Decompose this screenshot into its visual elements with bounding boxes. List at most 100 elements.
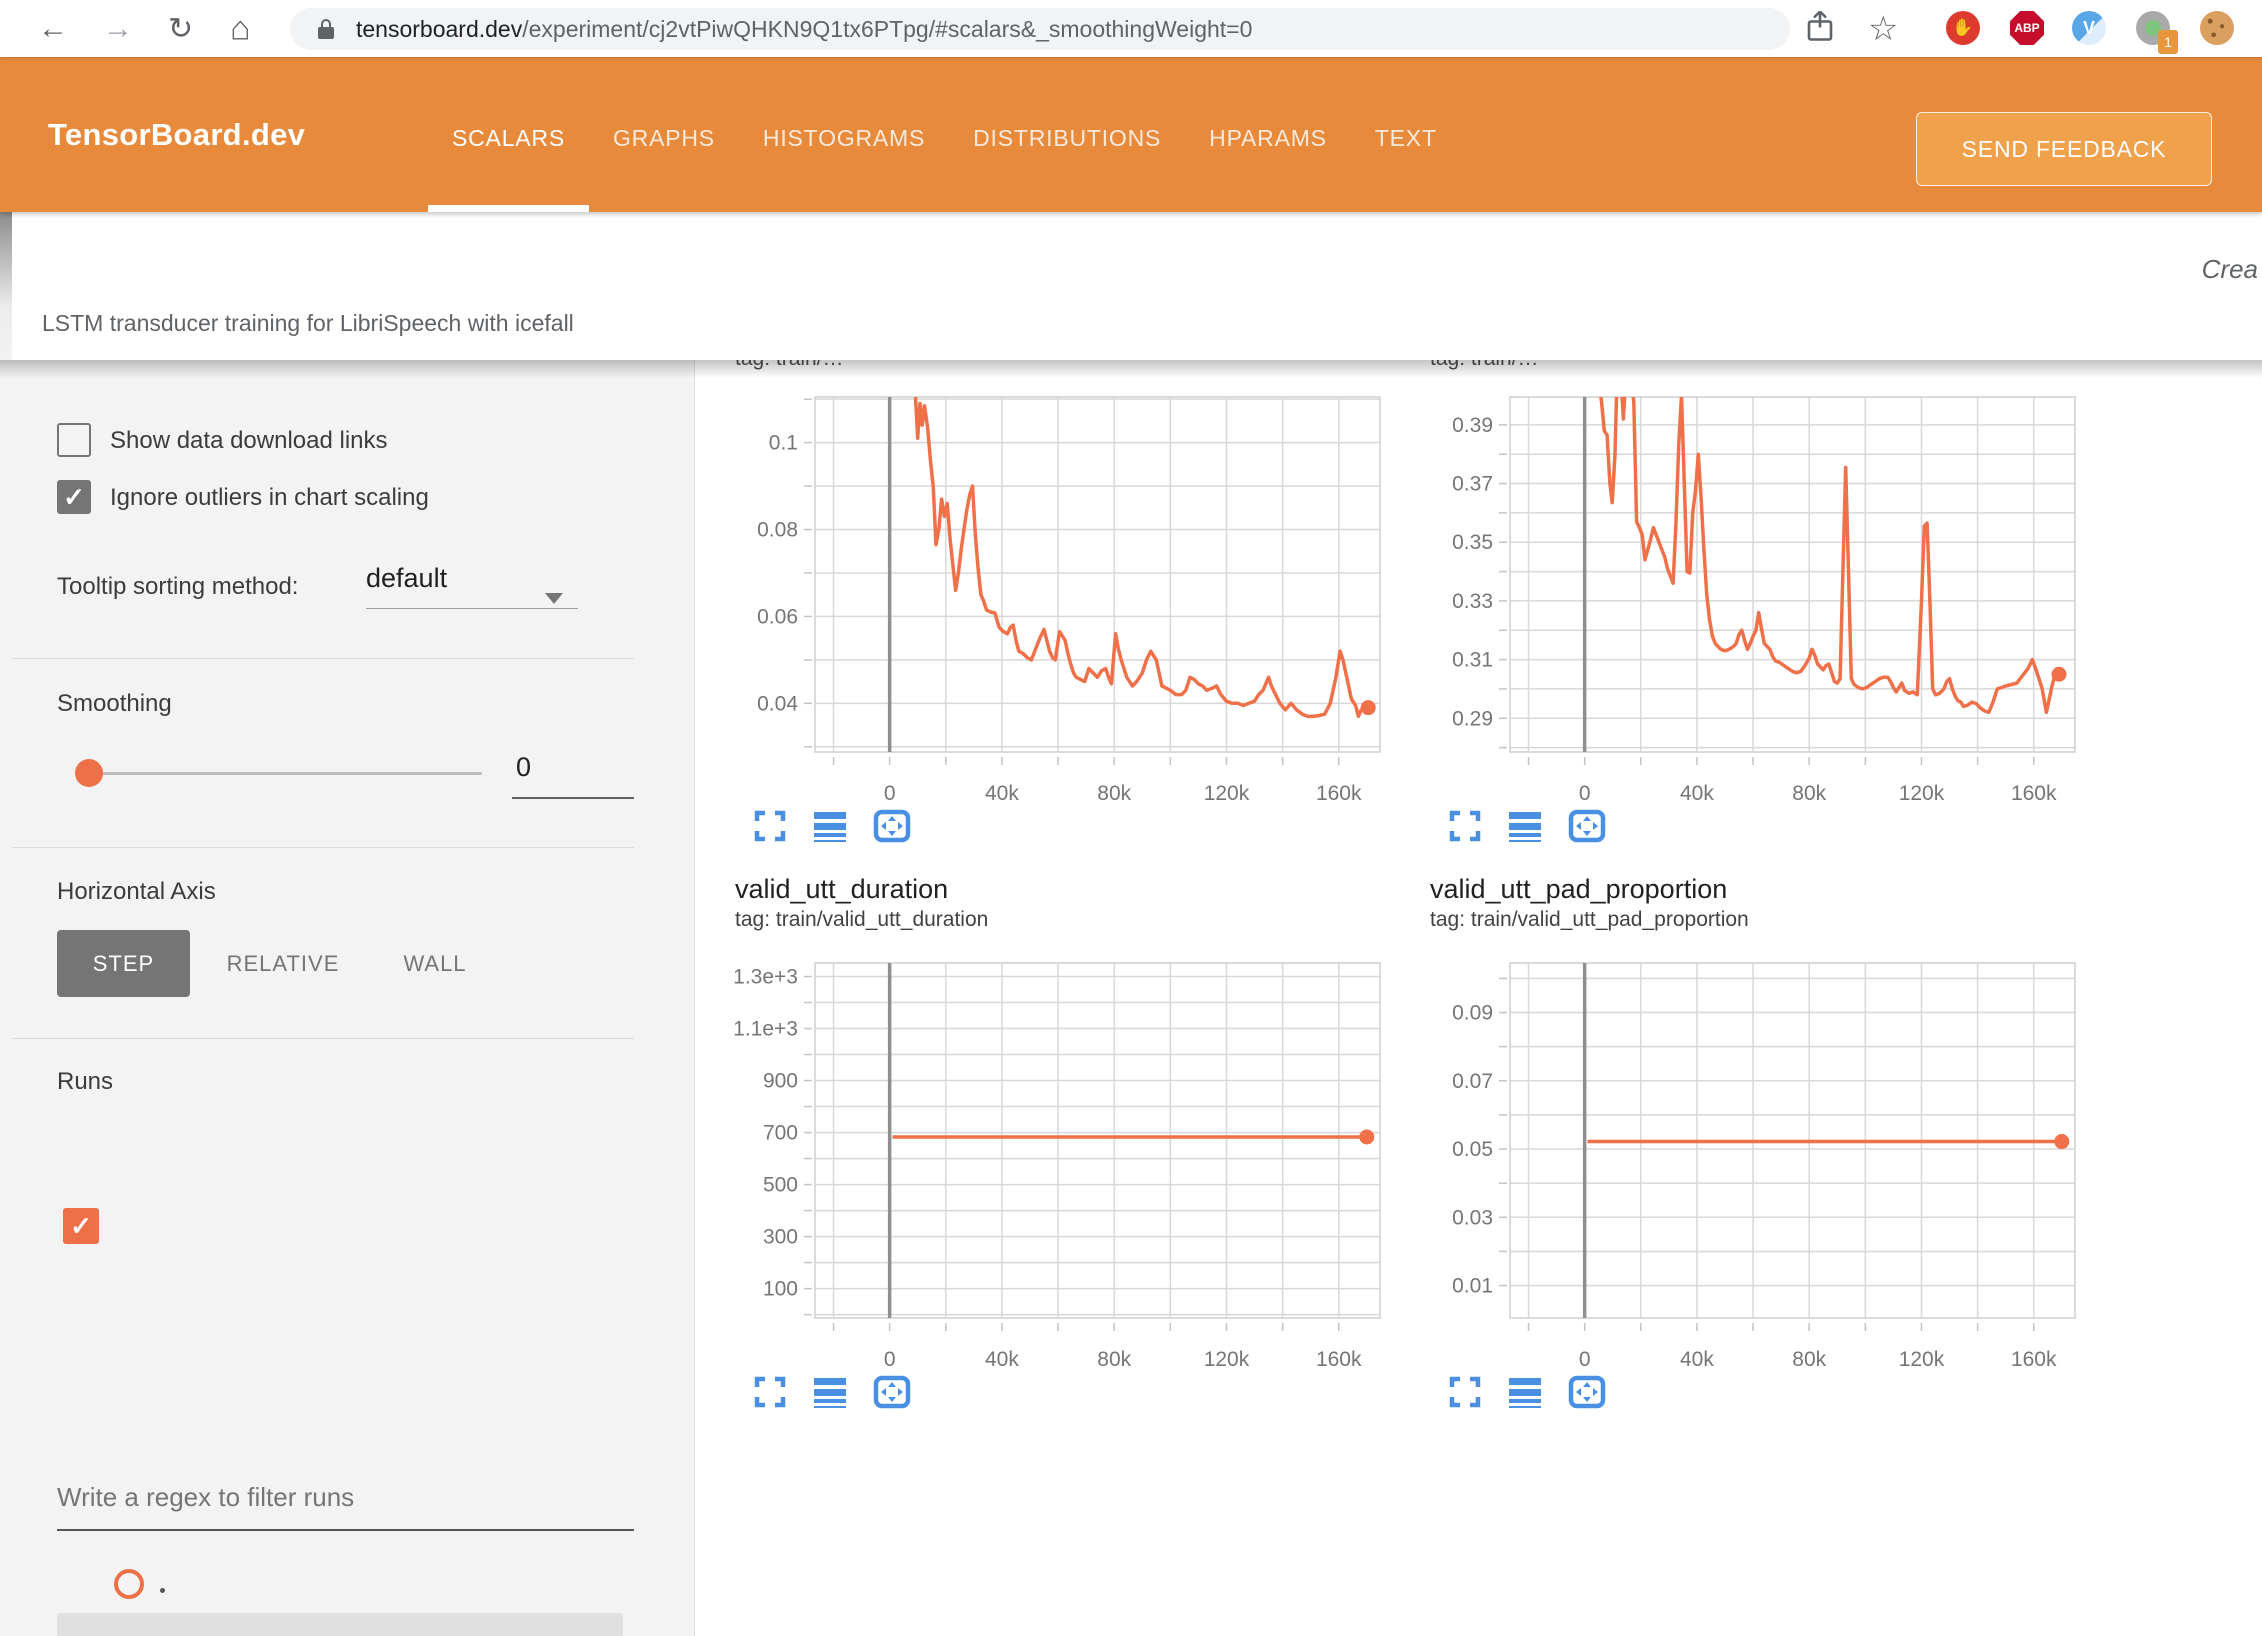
- reload-icon[interactable]: ↻: [168, 11, 193, 46]
- abp-extension-icon[interactable]: ABP: [2010, 11, 2044, 45]
- nav-tabs: SCALARS GRAPHS HISTOGRAMS DISTRIBUTIONS …: [428, 57, 1461, 212]
- smoothing-slider-thumb[interactable]: [75, 759, 103, 787]
- dropdown-underline: [366, 608, 578, 609]
- svg-text:0: 0: [884, 782, 896, 805]
- svg-text:300: 300: [763, 1226, 798, 1249]
- toggle-all-runs-button[interactable]: TOGGLE ALL RUNS: [57, 1613, 623, 1636]
- chart-panel-clipped-2: tag: train/… 040k80k120k160k0.290.310.33…: [1398, 349, 2088, 843]
- axis-step-button[interactable]: STEP: [57, 930, 190, 997]
- back-icon[interactable]: ←: [38, 12, 68, 46]
- address-bar[interactable]: tensorboard.dev/experiment/cj2vtPiwQHKN9…: [290, 8, 1790, 50]
- app-header: TensorBoard.dev SCALARS GRAPHS HISTOGRAM…: [0, 57, 2262, 212]
- tab-graphs[interactable]: GRAPHS: [589, 57, 739, 212]
- chart-panel-clipped-1: tag: train/… 040k80k120k160k0.040.060.08…: [703, 349, 1393, 843]
- svg-text:0.35: 0.35: [1452, 531, 1493, 554]
- home-icon[interactable]: ⌂: [230, 9, 251, 48]
- tab-scalars[interactable]: SCALARS: [428, 57, 589, 212]
- scalar-chart[interactable]: 040k80k120k160k0.010.030.050.070.09: [1398, 928, 2088, 1373]
- scalar-chart[interactable]: 040k80k120k160k1003005007009001.1e+31.3e…: [703, 928, 1393, 1373]
- tensorboard-dev-window: ← → ↻ ⌂ tensorboard.dev/experiment/cj2vt…: [0, 0, 2262, 1636]
- chevron-down-icon[interactable]: [545, 593, 563, 604]
- divider: [12, 1038, 634, 1039]
- chart-panel-valid-utt-duration: valid_utt_duration tag: train/valid_utt_…: [703, 874, 1393, 1409]
- svg-text:80k: 80k: [1097, 1348, 1131, 1371]
- fit-domain-icon[interactable]: [1568, 809, 1606, 843]
- axis-relative-button[interactable]: RELATIVE: [213, 930, 353, 997]
- axis-wall-button[interactable]: WALL: [380, 930, 490, 997]
- svg-text:1.1e+3: 1.1e+3: [733, 1018, 798, 1041]
- fullscreen-icon[interactable]: [1448, 1375, 1482, 1409]
- share-icon[interactable]: [1805, 9, 1835, 48]
- svg-text:0.06: 0.06: [757, 605, 798, 628]
- svg-text:0.07: 0.07: [1452, 1070, 1493, 1093]
- svg-text:80k: 80k: [1792, 782, 1826, 805]
- svg-text:80k: 80k: [1792, 1348, 1826, 1371]
- tooltip-sorting-label: Tooltip sorting method:: [57, 573, 298, 601]
- vivaldi-extension-icon[interactable]: V: [2072, 11, 2106, 45]
- url-text[interactable]: tensorboard.dev/experiment/cj2vtPiwQHKN9…: [356, 16, 1252, 43]
- smoothing-slider-track[interactable]: [86, 772, 482, 775]
- lock-icon: [318, 19, 334, 39]
- svg-text:0: 0: [884, 1348, 896, 1371]
- svg-text:160k: 160k: [2011, 782, 2057, 805]
- svg-text:120k: 120k: [1204, 1348, 1250, 1371]
- log-scale-bars-icon[interactable]: [1508, 809, 1542, 843]
- chart-title: valid_utt_pad_proportion: [1430, 874, 2088, 904]
- tab-distributions[interactable]: DISTRIBUTIONS: [949, 57, 1185, 212]
- fullscreen-icon[interactable]: [753, 1375, 787, 1409]
- svg-text:80k: 80k: [1097, 782, 1131, 805]
- tab-hparams[interactable]: HPARAMS: [1185, 57, 1351, 212]
- divider: [12, 658, 634, 659]
- cookie-extension-icon[interactable]: [2200, 11, 2234, 45]
- svg-text:0.31: 0.31: [1452, 649, 1493, 672]
- bookmark-star-icon[interactable]: ☆: [1868, 9, 1898, 49]
- tab-histograms[interactable]: HISTOGRAMS: [739, 57, 949, 212]
- tab-text[interactable]: TEXT: [1351, 57, 1461, 212]
- run-color-circle-icon[interactable]: [114, 1569, 144, 1599]
- experiment-subtitle: LSTM transducer training for LibriSpeech…: [42, 310, 574, 337]
- chart-toolbar: [753, 1375, 1393, 1409]
- svg-text:160k: 160k: [2011, 1348, 2057, 1371]
- fit-domain-icon[interactable]: [873, 809, 911, 843]
- svg-text:40k: 40k: [1680, 1348, 1714, 1371]
- created-clipped-text: Crea: [2202, 254, 2258, 285]
- svg-text:40k: 40k: [1680, 782, 1714, 805]
- app-logo[interactable]: TensorBoard.dev: [48, 117, 305, 153]
- log-scale-bars-icon[interactable]: [813, 809, 847, 843]
- svg-text:0.29: 0.29: [1452, 707, 1493, 730]
- svg-text:0.1: 0.1: [769, 432, 798, 455]
- svg-text:0.33: 0.33: [1452, 590, 1493, 613]
- fullscreen-icon[interactable]: [1448, 809, 1482, 843]
- settings-sidebar: Show data download links ✓ Ignore outlie…: [0, 360, 695, 1636]
- show-download-links-label: Show data download links: [110, 427, 388, 455]
- scalar-chart[interactable]: 040k80k120k160k0.040.060.080.1: [703, 362, 1393, 807]
- smoothing-value-input[interactable]: [512, 752, 634, 799]
- fit-domain-icon[interactable]: [1568, 1375, 1606, 1409]
- svg-text:120k: 120k: [1204, 782, 1250, 805]
- divider: [12, 847, 634, 848]
- log-scale-bars-icon[interactable]: [813, 1375, 847, 1409]
- svg-text:0.39: 0.39: [1452, 414, 1493, 437]
- forward-icon[interactable]: →: [103, 12, 133, 46]
- tooltip-sorting-select[interactable]: default: [366, 563, 447, 594]
- send-feedback-button[interactable]: SEND FEEDBACK: [1916, 112, 2212, 186]
- svg-text:0.08: 0.08: [757, 519, 798, 542]
- chart-toolbar: [753, 809, 1393, 843]
- fullscreen-icon[interactable]: [753, 809, 787, 843]
- smoothing-label: Smoothing: [57, 690, 172, 718]
- chart-toolbar: [1448, 809, 2088, 843]
- ignore-outliers-checkbox[interactable]: ✓: [57, 480, 91, 514]
- svg-text:100: 100: [763, 1278, 798, 1301]
- show-download-links-checkbox[interactable]: [57, 423, 91, 457]
- svg-text:160k: 160k: [1316, 1348, 1362, 1371]
- run-checkbox[interactable]: ✓: [63, 1208, 99, 1244]
- fit-domain-icon[interactable]: [873, 1375, 911, 1409]
- svg-text:160k: 160k: [1316, 782, 1362, 805]
- scalar-chart[interactable]: 040k80k120k160k0.290.310.330.350.370.39: [1398, 362, 2088, 807]
- chart-toolbar: [1448, 1375, 2088, 1409]
- svg-text:0: 0: [1579, 1348, 1591, 1371]
- log-scale-bars-icon[interactable]: [1508, 1375, 1542, 1409]
- runs-filter-input[interactable]: [57, 1482, 634, 1531]
- svg-text:0.01: 0.01: [1452, 1275, 1493, 1298]
- adblock-hand-extension-icon[interactable]: ✋: [1946, 11, 1980, 45]
